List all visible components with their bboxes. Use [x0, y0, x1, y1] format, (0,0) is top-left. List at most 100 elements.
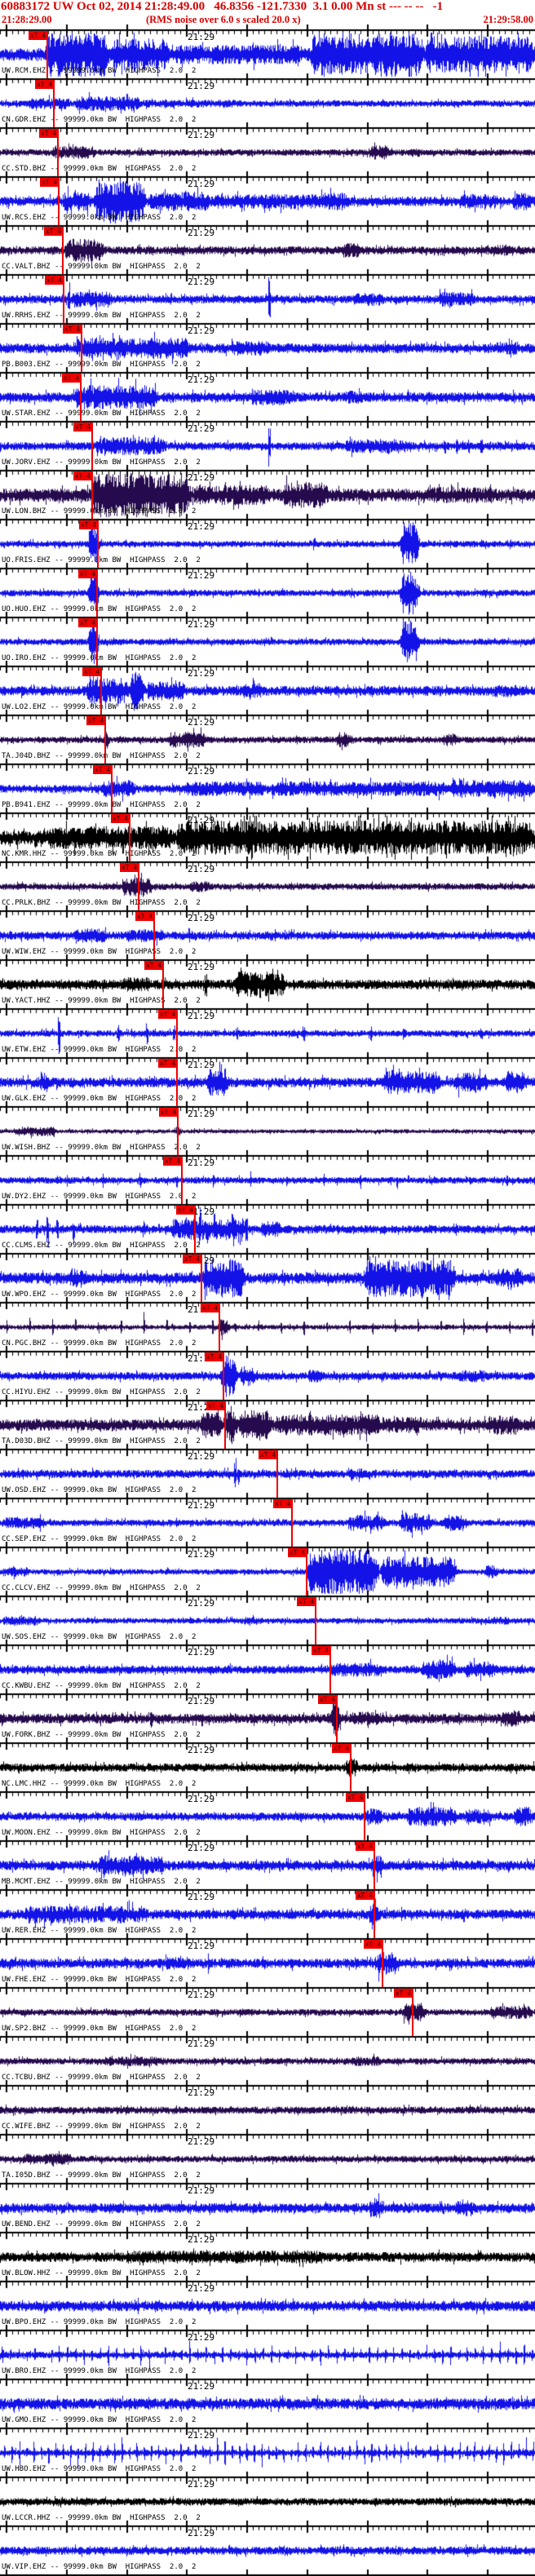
station-label: MB.MCMT.EHZ -- 99999.0km BW HIGHPASS 2.0…	[2, 1878, 201, 1886]
trace-row[interactable]: 21:29 UW.FHE.EHZ -- 99999.0km BW HIGHPASS…	[0, 1938, 535, 1987]
pick-flag[interactable]: xT 4	[111, 814, 130, 823]
trace-row[interactable]: 21:29 UO.HUO.EHZ -- 99999.0km BW HIGHPASS…	[0, 568, 535, 617]
pick-flag[interactable]: xT 4	[29, 31, 47, 40]
trace-row[interactable]: 21:29 UW.RCM.EHZ -- 99999.0km BW HIGHPASS…	[0, 29, 535, 78]
trace-row[interactable]: 21:29 CC.CLMS.EHZ -- 99999.0km BW HIGHPAS…	[0, 1204, 535, 1253]
pick-flag[interactable]: xT 4	[63, 325, 82, 334]
pick-flag[interactable]: xT 4	[346, 1793, 365, 1802]
pick-flag[interactable]: xT 4	[35, 80, 54, 89]
pick-flag[interactable]: xT 4	[394, 1989, 413, 1998]
trace-row[interactable]: 21:29 UW.FORK.BHZ -- 99999.0km BW HIGHPAS…	[0, 1693, 535, 1742]
trace-row[interactable]: 21:29 UW.BLOW.HHZ -- 99999.0km BW HIGHPAS…	[0, 2232, 535, 2281]
trace-row[interactable]: 21:29UW.WPO.EHZ -- 99999.0km BW HIGHPASS…	[0, 1253, 535, 1302]
pick-flag[interactable]: xT 4	[158, 1010, 177, 1019]
trace-row[interactable]: 21:29 CC.CLCV.EHZ -- 99999.0km BW HIGHPAS…	[0, 1547, 535, 1596]
trace-row[interactable]: 21:29 UW.RER.EHZ -- 99999.0km BW HIGHPASS…	[0, 1889, 535, 1938]
trace-row[interactable]: 21:29 UW.GMO.EHZ -- 99999.0km BW HIGHPASS…	[0, 2379, 535, 2428]
trace-row[interactable]: 21:29 UW.GLK.EHZ -- 99999.0km BW HIGHPASS…	[0, 1057, 535, 1106]
pick-flag[interactable]: xT 4	[356, 1842, 374, 1851]
pick-flag[interactable]: xT 4	[356, 1891, 374, 1900]
pick-flag[interactable]: xT 4	[312, 1646, 330, 1655]
trace-row[interactable]: 21:29 UW.WISH.BHZ -- 99999.0km BW HIGHPAS…	[0, 1106, 535, 1155]
trace-row[interactable]: 21:29 UW.HBO.EHZ -- 99999.0km BW HIGHPASS…	[0, 2428, 535, 2476]
pick-flag[interactable]: xT 4	[297, 1597, 316, 1606]
trace-row[interactable]: 21:29 UW.BRO.EHZ -- 99999.0km BW HIGHPASS…	[0, 2330, 535, 2379]
trace-row[interactable]: 21:29 PB.B003.EHZ -- 99999.0km BW HIGHPAS…	[0, 323, 535, 372]
trace-row[interactable]: 21:29 UW.LO2.EHZ -- 99999.0km BW HIGHPASS…	[0, 666, 535, 715]
pick-flag[interactable]: xT 4	[318, 1695, 337, 1704]
pick-flag[interactable]: xT 4	[158, 1059, 177, 1068]
trace-row[interactable]: 21:29 TA.I05D.BHZ -- 99999.0km BW HIGHPAS…	[0, 2134, 535, 2183]
pick-flag[interactable]: xT 4	[86, 716, 105, 725]
trace-row[interactable]: 21:29 NC.LMC.HHZ -- 99999.0km BW HIGHPASS…	[0, 1742, 535, 1791]
pick-flag[interactable]: xT 4	[273, 1499, 292, 1508]
pick-flag[interactable]: xT 4	[183, 1255, 201, 1264]
trace-row[interactable]: 21:29 UW.VIP.EHZ -- 99999.0km BW HIGHPASS…	[0, 2525, 535, 2574]
pick-flag[interactable]: xT 4	[205, 1352, 223, 1361]
pick-flag[interactable]: xT 4	[206, 1401, 225, 1410]
trace-row[interactable]: 21:29 UW.SP2.BHZ -- 99999.0km BW HIGHPASS…	[0, 1987, 535, 2036]
trace-row[interactable]: 21:29 TA.D03D.BHZ -- 99999.0km BW HIGHPAS…	[0, 1400, 535, 1449]
pick-flag[interactable]: xT 4	[332, 1744, 351, 1753]
pick-flag[interactable]: xT 4	[364, 1940, 382, 1949]
trace-row[interactable]: 21:29 UO.FRIS.EHZ -- 99999.0km BW HIGHPAS…	[0, 519, 535, 568]
pick-flag[interactable]: xT 4	[288, 1548, 307, 1557]
trace-row[interactable]: 21:29 CC.STD.BHZ -- 99999.0km BW HIGHPASS…	[0, 127, 535, 176]
trace-row[interactable]: 21:29 UW.MOON.EHZ -- 99999.0km BW HIGHPAS…	[0, 1791, 535, 1840]
pick-flag[interactable]: xT 4	[201, 1303, 219, 1312]
pick-flag[interactable]: xT 4	[40, 178, 59, 187]
pick-flag[interactable]: xT 4	[176, 1206, 195, 1215]
pick-flag[interactable]: xT 4	[62, 374, 81, 383]
trace-row[interactable]: 21:29 CC.KWBU.EHZ -- 99999.0km BW HIGHPAS…	[0, 1644, 535, 1693]
trace-row[interactable]: 21:29 CC.VALT.BHZ -- 99999.0km BW HIGHPAS…	[0, 225, 535, 274]
trace-row[interactable]: 21:29 UW.RCS.EHZ -- 99999.0km BW HIGHPASS…	[0, 176, 535, 225]
pick-flag[interactable]: xT 4	[78, 569, 97, 578]
trace-row[interactable]: 21:29 UW.OSD.EHZ -- 99999.0km BW HIGHPASS…	[0, 1449, 535, 1498]
trace-row[interactable]: 21:29 CC.HIYU.EHZ -- 99999.0km BW HIGHPAS…	[0, 1351, 535, 1400]
pick-flag[interactable]: xT 4	[159, 1108, 178, 1117]
trace-row[interactable]: 21:29 UW.STAR.EHZ -- 99999.0km BW HIGHPAS…	[0, 372, 535, 421]
trace-row[interactable]: 21:29 UW.LON.BHZ -- 99999.0km BW HIGHPASS…	[0, 470, 535, 519]
pick-flag[interactable]: xT 4	[82, 667, 101, 676]
pick-flag[interactable]: xT 4	[78, 618, 97, 627]
trace-row[interactable]: 21:29 UW.JORV.EHZ -- 99999.0km BW HIGHPAS…	[0, 421, 535, 470]
pick-flag[interactable]: xT 4	[45, 276, 64, 285]
pick-flag[interactable]: xT 4	[144, 961, 163, 970]
trace-row[interactable]: 21:29 UW.YACT.HHZ -- 99999.0km BW HIGHPAS…	[0, 959, 535, 1008]
trace-row[interactable]: 21:29 CC.SEP.EHZ -- 99999.0km BW HIGHPASS…	[0, 1498, 535, 1547]
trace-row[interactable]: 21:29 UW.LCCR.HHZ -- 99999.0km BW HIGHPAS…	[0, 2476, 535, 2525]
trace-row[interactable]: 21:29 UW.DY2.EHZ -- 99999.0km BW HIGHPASS…	[0, 1155, 535, 1204]
trace-row[interactable]: 21:29 TA.J04D.BHZ -- 99999.0km BW HIGHPAS…	[0, 715, 535, 764]
pick-flag[interactable]: xT 4	[79, 520, 98, 529]
station-label: UW.BEND.EHZ -- 99999.0km BW HIGHPASS 2.0…	[2, 2220, 201, 2229]
minute-timestamp: 21:29	[188, 1500, 215, 1511]
pick-flag[interactable]: xT 4	[259, 1450, 277, 1459]
trace-row[interactable]: 21:29 CC.PRLK.BHZ -- 99999.0km BW HIGHPAS…	[0, 861, 535, 910]
trace-row[interactable]: 21:29 UW.SOS.EHZ -- 99999.0km BW HIGHPASS…	[0, 1596, 535, 1644]
trace-row[interactable]: 21:29 UW.BEND.EHZ -- 99999.0km BW HIGHPAS…	[0, 2183, 535, 2232]
trace-row[interactable]: 21:29 PB.B941.EHZ -- 99999.0km BW HIGHPAS…	[0, 764, 535, 812]
trace-row[interactable]: 21:29 NC.KMR.HHZ -- 99999.0km BW HIGHPASS…	[0, 812, 535, 861]
pick-flag[interactable]: xT 4	[163, 1157, 182, 1166]
pick-flag[interactable]: xT 4	[44, 227, 63, 236]
trace-row[interactable]: 21:29CN.PGC.BHZ -- 99999.0km BW HIGHPASS…	[0, 1302, 535, 1351]
pick-flag[interactable]: xT 4	[39, 129, 58, 138]
trace-row[interactable]: 21:29 MB.MCMT.EHZ -- 99999.0km BW HIGHPAS…	[0, 1840, 535, 1889]
trace-row[interactable]: 21:29 CN.GDR.EHZ -- 99999.0km BW HIGHPASS…	[0, 78, 535, 127]
minute-timestamp: 21:29	[188, 423, 215, 434]
trace-row[interactable]: 21:29 UW.RRHS.EHZ -- 99999.0km BW HIGHPAS…	[0, 274, 535, 323]
station-label: TA.I05D.BHZ -- 99999.0km BW HIGHPASS 2.0…	[2, 2171, 201, 2180]
station-label: UW.BPO.EHZ -- 99999.0km BW HIGHPASS 2.0 …	[2, 2318, 197, 2326]
pick-flag[interactable]: xT 4	[73, 471, 92, 480]
pick-flag[interactable]: xT 4	[135, 912, 154, 921]
pick-flag[interactable]: xT 4	[120, 863, 139, 872]
pick-flag[interactable]: xT 4	[93, 765, 112, 774]
station-label: UO.HUO.EHZ -- 99999.0km BW HIGHPASS 2.0 …	[2, 605, 197, 613]
trace-row[interactable]: 21:29 CC.WIFE.BHZ -- 99999.0km BW HIGHPAS…	[0, 2085, 535, 2134]
trace-row[interactable]: 21:29 CC.TCBU.BHZ -- 99999.0km BW HIGHPAS…	[0, 2036, 535, 2085]
trace-row[interactable]: 21:29 UW.ETW.EHZ -- 99999.0km BW HIGHPASS…	[0, 1008, 535, 1057]
pick-flag[interactable]: xT 4	[73, 423, 92, 432]
trace-row[interactable]: 21:29 UW.BPO.EHZ -- 99999.0km BW HIGHPASS…	[0, 2281, 535, 2330]
trace-row[interactable]: 21:29 UO.IRO.EHZ -- 99999.0km BW HIGHPASS…	[0, 617, 535, 666]
trace-row[interactable]: 21:29 UW.WIW.EHZ -- 99999.0km BW HIGHPASS…	[0, 910, 535, 959]
